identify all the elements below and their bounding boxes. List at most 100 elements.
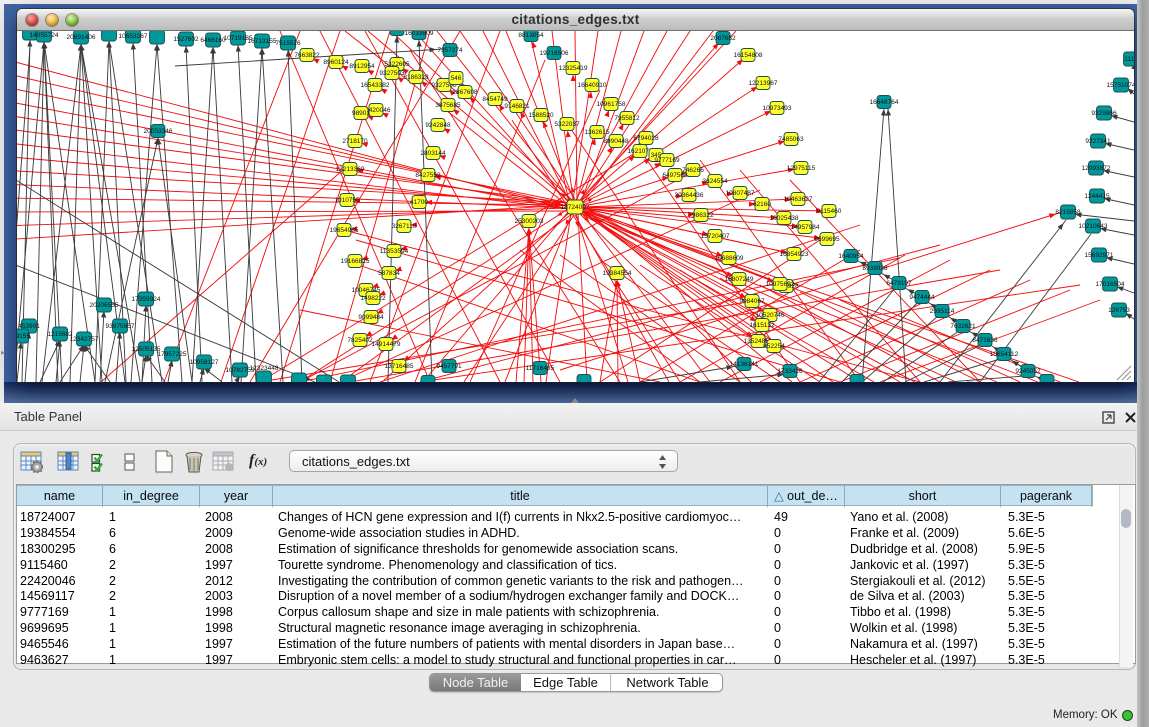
svg-text:14136141: 14136141 xyxy=(730,361,759,368)
svg-text:2867608: 2867608 xyxy=(452,89,478,96)
svg-text:10210643: 10210643 xyxy=(1079,223,1108,230)
svg-text:9099484: 9099484 xyxy=(358,314,384,321)
svg-text:98901: 98901 xyxy=(352,110,370,117)
svg-text:20053346: 20053346 xyxy=(144,128,173,135)
svg-text:10463627: 10463627 xyxy=(784,196,813,203)
svg-text:62160: 62160 xyxy=(753,201,771,208)
svg-text:16648764: 16648764 xyxy=(870,99,899,106)
svg-text:19384554: 19384554 xyxy=(603,270,632,277)
svg-text:20206555: 20206555 xyxy=(90,302,119,309)
svg-text:10520746: 10520746 xyxy=(756,312,785,319)
svg-text:13716485: 13716485 xyxy=(385,363,414,370)
svg-text:9245052: 9245052 xyxy=(1015,368,1041,375)
svg-text:10961758: 10961758 xyxy=(597,101,626,108)
svg-text:16640910: 16640910 xyxy=(578,82,607,89)
svg-text:7632621: 7632621 xyxy=(950,323,976,330)
svg-text:8215958: 8215958 xyxy=(1055,209,1081,216)
svg-text:1498222: 1498222 xyxy=(360,295,386,302)
svg-text:12342757: 12342757 xyxy=(70,336,99,343)
svg-text:8990448: 8990448 xyxy=(603,138,629,145)
svg-text:10807487: 10807487 xyxy=(726,190,755,197)
svg-text:19166825: 19166825 xyxy=(341,258,370,265)
svg-text:10654112: 10654112 xyxy=(990,351,1019,358)
svg-text:93975857: 93975857 xyxy=(106,323,135,330)
svg-text:7515526: 7515526 xyxy=(275,40,301,47)
svg-text:1362615: 1362615 xyxy=(584,129,610,136)
svg-text:9084067: 9084067 xyxy=(739,298,765,305)
svg-text:25300203: 25300203 xyxy=(515,218,544,225)
svg-text:11716485: 11716485 xyxy=(526,365,555,372)
svg-text:10688609: 10688609 xyxy=(715,255,744,262)
svg-text:15692971: 15692971 xyxy=(1085,252,1114,259)
svg-text:12093872: 12093872 xyxy=(1082,165,1111,172)
svg-text:14914479: 14914479 xyxy=(372,341,401,348)
svg-text:11353594: 11353594 xyxy=(380,248,409,255)
svg-text:1588520: 1588520 xyxy=(528,112,554,119)
svg-text:1733426: 1733426 xyxy=(777,368,803,375)
svg-text:18724007: 18724007 xyxy=(561,204,590,211)
svg-text:1244415: 1244415 xyxy=(1084,193,1110,200)
svg-text:546: 546 xyxy=(451,75,462,82)
svg-text:2803144: 2803144 xyxy=(420,150,446,157)
svg-text:9699695: 9699695 xyxy=(814,236,840,243)
svg-text:8912954: 8912954 xyxy=(349,63,375,70)
svg-text:587834: 587834 xyxy=(378,270,400,277)
svg-text:5322037: 5322037 xyxy=(554,121,580,128)
svg-text:10973493: 10973493 xyxy=(763,105,792,112)
svg-text:9115460: 9115460 xyxy=(817,208,842,215)
svg-text:9227341: 9227341 xyxy=(1085,138,1111,145)
svg-text:1615132: 1615132 xyxy=(749,322,775,329)
svg-text:14055724: 14055724 xyxy=(30,32,59,39)
svg-text:15720407: 15720407 xyxy=(701,233,730,240)
svg-text:7357274: 7357274 xyxy=(437,47,463,54)
svg-text:18807249: 18807249 xyxy=(725,276,754,283)
svg-text:10025438: 10025438 xyxy=(770,215,799,222)
svg-text:9457791: 9457791 xyxy=(436,363,462,370)
svg-text:6497568: 6497568 xyxy=(662,172,688,179)
svg-text:9329966: 9329966 xyxy=(1091,110,1117,117)
svg-text:1527602: 1527602 xyxy=(173,36,199,43)
svg-text:852254: 852254 xyxy=(763,343,785,350)
svg-text:16713155: 16713155 xyxy=(248,38,277,45)
svg-text:6479197: 6479197 xyxy=(886,280,912,287)
svg-text:19218506: 19218506 xyxy=(540,50,569,57)
svg-text:12213369: 12213369 xyxy=(336,166,365,173)
svg-text:6794028: 6794028 xyxy=(633,135,659,142)
svg-text:10975692: 10975692 xyxy=(766,281,795,288)
svg-text:2718170: 2718170 xyxy=(342,138,368,145)
svg-text:20364436: 20364436 xyxy=(675,192,704,199)
svg-text:12505135: 12505135 xyxy=(132,346,161,353)
svg-text:9474444: 9474444 xyxy=(909,294,935,301)
svg-text:12323448: 12323448 xyxy=(250,365,279,372)
svg-text:17016504: 17016504 xyxy=(1096,281,1125,288)
svg-text:41700: 41700 xyxy=(410,199,428,206)
svg-text:1640954: 1640954 xyxy=(838,253,864,260)
svg-text:8938928: 8938928 xyxy=(862,265,888,272)
svg-text:8186328: 8186328 xyxy=(403,74,429,81)
svg-text:7986322: 7986322 xyxy=(688,212,714,219)
svg-text:16854923: 16854923 xyxy=(780,251,809,258)
svg-text:6466160: 6466160 xyxy=(200,37,226,44)
svg-text:8471636: 8471636 xyxy=(972,337,998,344)
svg-text:7663822: 7663822 xyxy=(294,52,320,59)
svg-text:3624554: 3624554 xyxy=(702,178,728,185)
svg-text:126753: 126753 xyxy=(1108,307,1130,314)
svg-text:8813054: 8813054 xyxy=(518,32,544,39)
svg-text:3267110: 3267110 xyxy=(392,223,417,230)
svg-text:12975115: 12975115 xyxy=(787,165,816,172)
svg-text:15751074: 15751074 xyxy=(1107,82,1134,89)
svg-text:17957225: 17957225 xyxy=(158,351,187,358)
svg-text:3875685: 3875685 xyxy=(435,102,461,109)
svg-text:12213967: 12213967 xyxy=(749,80,778,87)
svg-text:8454749: 8454749 xyxy=(482,96,508,103)
svg-text:7485063: 7485063 xyxy=(778,136,804,143)
svg-text:2087682: 2087682 xyxy=(710,35,736,42)
svg-text:19654985: 19654985 xyxy=(330,227,359,234)
svg-text:10653267: 10653267 xyxy=(119,33,148,40)
svg-text:9327503: 9327503 xyxy=(379,70,405,77)
svg-text:2935114: 2935114 xyxy=(930,308,955,315)
svg-text:8960124: 8960124 xyxy=(323,59,349,66)
svg-text:16543382: 16543382 xyxy=(361,82,390,89)
svg-text:12325419: 12325419 xyxy=(559,65,588,72)
svg-text:8427552: 8427552 xyxy=(415,172,441,179)
